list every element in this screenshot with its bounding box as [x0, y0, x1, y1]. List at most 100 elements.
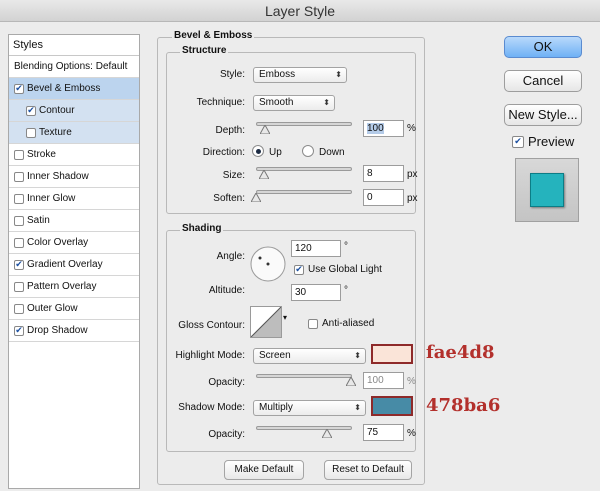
checkbox-empty-icon[interactable]	[14, 171, 24, 182]
shadow-opacity-slider[interactable]	[256, 426, 352, 430]
style-item[interactable]: Blending Options: Default	[9, 56, 139, 78]
direction-down-radio[interactable]	[302, 145, 314, 157]
select-arrows-icon: ⬍	[323, 98, 330, 107]
gloss-contour-picker[interactable]	[250, 306, 282, 338]
technique-value: Smooth	[259, 97, 294, 108]
style-item-label: Contour	[39, 104, 75, 116]
style-select[interactable]: Emboss ⬍	[253, 67, 347, 83]
style-item[interactable]: ✔ Drop Shadow	[9, 320, 139, 342]
checkbox-empty-icon[interactable]	[14, 237, 24, 248]
style-item-label: Pattern Overlay	[27, 280, 97, 292]
checkbox-empty-icon[interactable]	[14, 303, 24, 314]
shadow-mode-value: Multiply	[259, 402, 293, 413]
direction-label: Direction:	[202, 147, 245, 158]
style-item[interactable]: Stroke	[9, 144, 139, 166]
style-item[interactable]: Outer Glow	[9, 298, 139, 320]
style-label: Style:	[219, 69, 245, 80]
checkbox-empty-icon[interactable]	[14, 281, 24, 292]
style-item[interactable]: Satin	[9, 210, 139, 232]
style-item[interactable]: Inner Glow	[9, 188, 139, 210]
shadow-mode-label: Shadow Mode:	[178, 402, 245, 413]
size-slider-thumb[interactable]	[258, 168, 270, 180]
styles-list: Styles Blending Options: Default ✔ Bevel &…	[8, 34, 140, 489]
shadow-mode-select[interactable]: Multiply ⬍	[253, 400, 366, 416]
highlight-opacity-field[interactable]: 100	[363, 372, 404, 389]
preview-label: Preview	[528, 134, 575, 149]
direction-up-label[interactable]: Up	[269, 147, 282, 158]
soften-slider-thumb[interactable]	[250, 191, 262, 203]
angle-label: Angle:	[216, 251, 245, 262]
checkbox-empty-icon	[308, 318, 318, 329]
checkbox-empty-icon[interactable]	[14, 215, 24, 226]
size-field[interactable]: 8	[363, 165, 404, 182]
gloss-dropdown-arrow-icon[interactable]: ▾	[283, 313, 287, 322]
checkmark-icon[interactable]: ✔	[14, 259, 24, 270]
layer-style-dialog: Layer Style Styles Blending Options: Def…	[0, 0, 600, 491]
altitude-unit: °	[344, 285, 348, 296]
checkbox-empty-icon[interactable]	[14, 149, 24, 160]
depth-field[interactable]: 100	[363, 120, 404, 137]
direction-down-label[interactable]: Down	[319, 147, 345, 158]
style-item[interactable]: ✔ Gradient Overlay	[9, 254, 139, 276]
shadow-opacity-unit: %	[407, 428, 416, 439]
shadow-opacity-field[interactable]: 75	[363, 424, 404, 441]
checkmark-icon[interactable]: ✔	[14, 83, 24, 94]
style-item-label: Inner Glow	[27, 192, 76, 204]
checkbox-empty-icon[interactable]	[14, 193, 24, 204]
depth-value: 100	[367, 123, 384, 134]
new-style-button[interactable]: New Style...	[504, 104, 582, 126]
style-item[interactable]: Pattern Overlay	[9, 276, 139, 298]
styles-header[interactable]: Styles	[9, 35, 139, 56]
depth-label: Depth:	[215, 125, 245, 136]
shadow-color-swatch[interactable]	[371, 396, 413, 416]
preview-checkbox[interactable]: ✔ Preview	[512, 134, 574, 149]
style-item[interactable]: ✔ Contour	[9, 100, 139, 122]
depth-slider-thumb[interactable]	[259, 123, 271, 135]
altitude-field[interactable]: 30	[291, 284, 341, 301]
angle-field[interactable]: 120	[291, 240, 341, 257]
highlight-mode-select[interactable]: Screen ⬍	[253, 348, 366, 364]
style-item-label: Blending Options: Default	[14, 60, 128, 72]
highlight-opacity-slider[interactable]	[256, 374, 352, 378]
checkmark-icon: ✔	[294, 264, 304, 275]
shadow-opacity-thumb[interactable]	[321, 427, 333, 439]
checkbox-empty-icon[interactable]	[26, 127, 36, 138]
global-light-label: Use Global Light	[308, 264, 382, 275]
style-item[interactable]: Color Overlay	[9, 232, 139, 254]
depth-slider[interactable]	[256, 122, 352, 126]
select-arrows-icon: ⬍	[335, 70, 342, 79]
checkmark-icon[interactable]: ✔	[14, 325, 24, 336]
style-value: Emboss	[259, 69, 296, 80]
select-arrows-icon: ⬍	[354, 351, 361, 360]
style-item-label: Bevel & Emboss	[27, 82, 101, 94]
reset-default-button[interactable]: Reset to Default	[324, 460, 412, 480]
size-slider[interactable]	[256, 167, 352, 171]
technique-label: Technique:	[196, 97, 245, 108]
make-default-button[interactable]: Make Default	[224, 460, 304, 480]
direction-up-radio[interactable]	[252, 145, 264, 157]
style-item[interactable]: Inner Shadow	[9, 166, 139, 188]
preview-square	[530, 173, 564, 207]
structure-title: Structure	[180, 45, 229, 56]
shading-title: Shading	[180, 223, 224, 234]
ok-button[interactable]: OK	[504, 36, 582, 58]
technique-select[interactable]: Smooth ⬍	[253, 95, 335, 111]
preview-thumbnail	[515, 158, 579, 222]
global-light-checkbox[interactable]: ✔ Use Global Light	[294, 264, 382, 275]
highlight-color-swatch[interactable]	[371, 344, 413, 364]
angle-dial[interactable]	[250, 246, 286, 282]
checkmark-icon[interactable]: ✔	[26, 105, 36, 116]
checkmark-icon: ✔	[512, 135, 524, 148]
cancel-button[interactable]: Cancel	[504, 70, 582, 92]
size-label: Size:	[222, 170, 245, 181]
soften-label: Soften:	[213, 193, 245, 204]
style-item[interactable]: ✔ Bevel & Emboss	[9, 78, 139, 100]
style-item-label: Gradient Overlay	[27, 258, 103, 270]
depth-unit: %	[407, 123, 416, 134]
style-item[interactable]: Texture	[9, 122, 139, 144]
highlight-opacity-thumb[interactable]	[345, 375, 357, 387]
anti-aliased-checkbox[interactable]: Anti-aliased	[308, 318, 374, 329]
soften-field[interactable]: 0	[363, 189, 404, 206]
anti-aliased-label: Anti-aliased	[322, 318, 375, 329]
soften-slider[interactable]	[256, 190, 352, 194]
